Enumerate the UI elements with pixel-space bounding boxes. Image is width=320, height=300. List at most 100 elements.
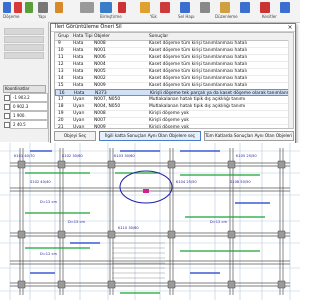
table-cell: Kirişli döşeme yok bbox=[149, 118, 189, 123]
ribbon-button-16[interactable] bbox=[280, 2, 290, 13]
drawing-label: S102 40/40 bbox=[30, 180, 51, 184]
table-cell: N007 bbox=[94, 118, 106, 123]
ribbon-button-5[interactable] bbox=[55, 2, 63, 13]
column bbox=[107, 160, 116, 169]
ribbon-button-15[interactable] bbox=[260, 2, 270, 13]
column bbox=[227, 160, 236, 169]
table-cell: 17 bbox=[58, 97, 64, 102]
drawing-label: S108 50/50 bbox=[230, 180, 251, 184]
table-cell: Uyarı bbox=[73, 125, 85, 129]
ribbon-button-8[interactable] bbox=[118, 2, 126, 13]
drawing-canvas[interactable]: K101 40/70 K102 30/60 K103 30/60 S102 40/40… bbox=[0, 143, 300, 300]
column-header[interactable]: Objeler bbox=[94, 33, 110, 40]
column bbox=[227, 230, 236, 239]
table-cell: 14 bbox=[58, 76, 64, 81]
ribbon-label: Döşeme bbox=[3, 14, 20, 19]
ribbon-button-2[interactable] bbox=[14, 2, 22, 13]
table-cell: N007, N050 bbox=[94, 97, 121, 102]
column bbox=[57, 230, 66, 239]
drawing-label: D=12 cm bbox=[40, 200, 57, 204]
ribbon-toolbar: Döşeme Yapı Birleştirme Yük Sel Hapı Düz… bbox=[0, 0, 300, 23]
ribbon-button-14[interactable] bbox=[240, 2, 250, 13]
panel-item[interactable] bbox=[4, 52, 44, 59]
select-related-floor-button[interactable]: İlgili katta Sonuçları Aynı Olan Objeler… bbox=[99, 131, 201, 141]
coordinates-header: Koordinatlar bbox=[3, 85, 46, 93]
table-cell: Kaset döşeme tüm kirişi tanımlanması hat… bbox=[149, 55, 247, 60]
drawing-label: D=12 cm bbox=[40, 252, 57, 256]
table-cell: 11 bbox=[58, 55, 64, 60]
table-cell: N004 bbox=[94, 62, 106, 67]
table-row[interactable]: 21 Uyarı N009 Kirişli döşeme yok bbox=[55, 124, 293, 129]
drawing-label: D=12 cm bbox=[210, 220, 227, 224]
column-header[interactable]: Hata Tipi bbox=[73, 33, 93, 40]
left-panel: Koordinatlar -1 903.2 0 902.3 1 900. 2 4… bbox=[0, 22, 49, 142]
table-cell: Uyarı bbox=[73, 104, 85, 109]
table-cell: 13 bbox=[58, 69, 64, 74]
table-cell: Kaset döşeme tüm kirişi tanımlanması hat… bbox=[149, 69, 247, 74]
table-cell: 19 bbox=[58, 111, 64, 116]
table-cell: N004, N050 bbox=[94, 104, 121, 109]
coordinate-row[interactable]: -1 903.2 bbox=[10, 93, 48, 102]
ribbon-button-3[interactable] bbox=[25, 2, 33, 13]
column bbox=[107, 280, 116, 289]
table-cell: N001 bbox=[94, 48, 106, 53]
table-row[interactable]: 16 Hata N373 Kirişli döşeme tek parçalı ya … bbox=[55, 89, 293, 96]
ribbon-button-10[interactable] bbox=[160, 2, 170, 13]
results-table: Grup Hata Tipi Objeler Sonuçlar 9 Hata N00… bbox=[54, 32, 294, 129]
column bbox=[277, 160, 286, 169]
close-icon[interactable]: × bbox=[287, 24, 293, 31]
ribbon-button-4[interactable] bbox=[38, 2, 48, 13]
table-cell: N006 bbox=[94, 55, 106, 60]
table-cell: N005 bbox=[94, 69, 106, 74]
ribbon-button-13[interactable] bbox=[220, 2, 230, 13]
table-cell: 12 bbox=[58, 62, 64, 67]
table-cell: Uyarı bbox=[73, 111, 85, 116]
column bbox=[167, 160, 176, 169]
ribbon-button-7[interactable] bbox=[100, 2, 112, 13]
table-cell: Mutlakalanan hatalı tipik dış açıklılığı… bbox=[149, 104, 246, 109]
dialog-title: İleri Görüntüleme Öneri Sil bbox=[55, 24, 122, 30]
column-header[interactable]: Sonuçlar bbox=[149, 33, 168, 40]
table-cell: Uyarı bbox=[73, 118, 85, 123]
drawing-label: K105 25/50 bbox=[236, 154, 257, 158]
plan-drawing[interactable]: K101 40/70 K102 30/60 K103 30/60 S102 40/40… bbox=[0, 143, 300, 300]
ribbon-button-1[interactable] bbox=[3, 2, 11, 13]
table-cell: Hata bbox=[73, 41, 84, 46]
coordinate-row[interactable]: 2 40.5 bbox=[10, 120, 48, 129]
ribbon-button-9[interactable] bbox=[140, 2, 150, 13]
table-cell: Hata bbox=[73, 48, 84, 53]
coordinate-row[interactable]: 0 902.3 bbox=[10, 102, 48, 111]
column bbox=[17, 230, 26, 239]
dialog-titlebar[interactable]: İleri Görüntüleme Öneri Sil × bbox=[51, 24, 295, 32]
panel-item[interactable] bbox=[4, 44, 44, 51]
select-all-floors-button[interactable]: Tüm Katlarda Sonuçları Aynı Olan Objeler… bbox=[204, 131, 294, 141]
table-cell: N008 bbox=[94, 41, 106, 46]
table-cell: 15 bbox=[58, 83, 64, 88]
table-cell: Hata bbox=[73, 69, 84, 74]
panel-item[interactable] bbox=[4, 36, 44, 43]
drawing-label: K101 40/70 bbox=[14, 154, 35, 158]
panel-item[interactable] bbox=[4, 28, 44, 35]
table-cell: Kaset döşeme tüm kirişi tanımlanması hat… bbox=[149, 83, 247, 88]
ribbon-button-12[interactable] bbox=[200, 2, 210, 13]
column bbox=[167, 230, 176, 239]
column bbox=[167, 280, 176, 289]
select-object-button[interactable]: Objeyi Seç bbox=[54, 131, 96, 141]
column bbox=[277, 230, 286, 239]
table-cell: Hata bbox=[73, 55, 84, 60]
column bbox=[17, 280, 26, 289]
ribbon-button-6[interactable] bbox=[80, 2, 94, 13]
table-cell: N008 bbox=[94, 111, 106, 116]
coordinate-row[interactable]: 1 900. bbox=[10, 111, 48, 120]
table-cell: Kirişli döşeme yok bbox=[149, 125, 189, 129]
column bbox=[227, 280, 236, 289]
table-cell: N002 bbox=[94, 76, 106, 81]
drawing-label: K110 30/60 bbox=[118, 226, 139, 230]
column bbox=[57, 280, 66, 289]
column-header[interactable]: Grup bbox=[58, 33, 69, 40]
ribbon-label: Yapı bbox=[38, 14, 46, 19]
ribbon-button-11[interactable] bbox=[180, 2, 190, 13]
table-cell: Hata bbox=[73, 62, 84, 67]
table-scrollbar[interactable] bbox=[288, 40, 293, 128]
ribbon-label: Kesitler bbox=[262, 14, 277, 19]
